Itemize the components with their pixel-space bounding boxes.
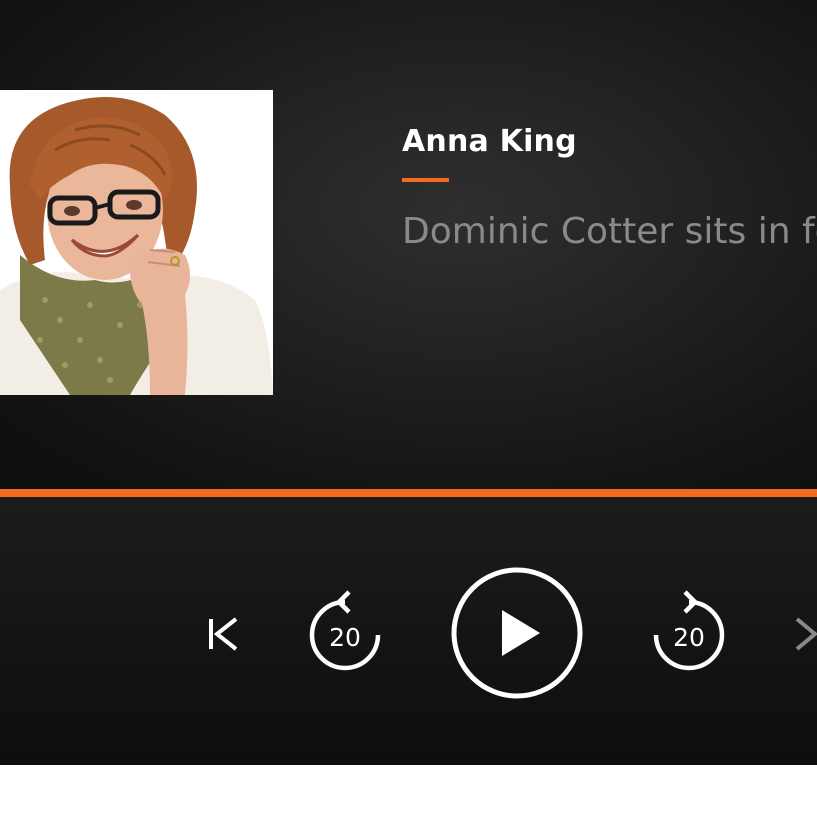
previous-button[interactable]	[204, 614, 244, 654]
accent-divider	[402, 178, 449, 182]
presenter-artwork	[0, 90, 273, 395]
play-icon	[451, 567, 583, 699]
presenter-photo	[0, 90, 273, 395]
episode-title: Dominic Cotter sits in for Anna King	[402, 211, 817, 252]
progress-bar[interactable]	[0, 489, 817, 497]
skip-to-start-icon	[209, 617, 238, 651]
presenter-name: Anna King	[402, 124, 577, 159]
audio-player: Anna King Dominic Cotter sits in for Ann…	[0, 0, 817, 765]
chevron-right-icon	[795, 617, 817, 651]
play-button[interactable]	[450, 566, 584, 700]
forward-seconds-label: 20	[673, 623, 705, 652]
rewind-20-button[interactable]: 20	[305, 590, 385, 674]
rewind-seconds-label: 20	[329, 623, 361, 652]
page-background	[0, 765, 817, 817]
forward-20-button[interactable]: 20	[649, 590, 729, 674]
next-button[interactable]	[793, 614, 817, 654]
progress-fill	[0, 489, 817, 497]
